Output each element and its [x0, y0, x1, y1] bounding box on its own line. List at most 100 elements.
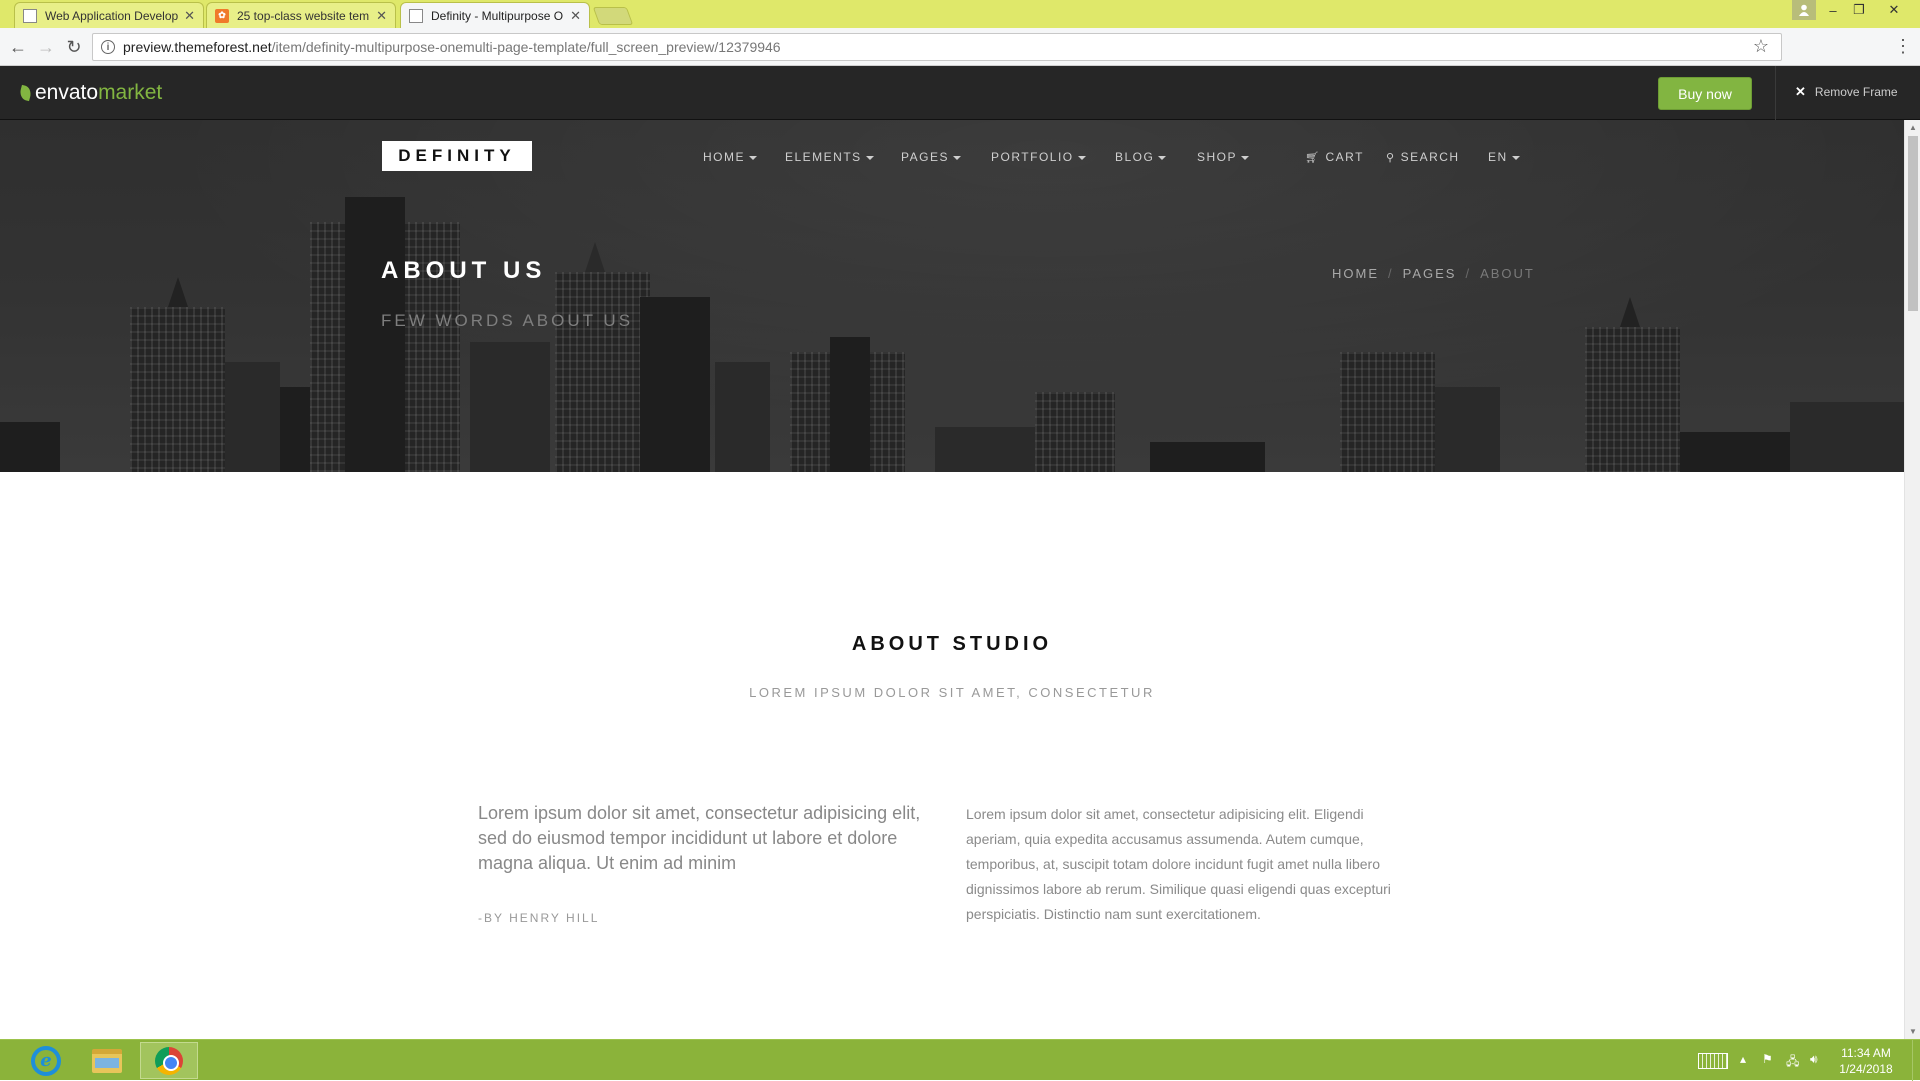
chrome-taskbar-button[interactable]	[140, 1042, 198, 1079]
remove-frame-button[interactable]: ✕ Remove Frame	[1795, 84, 1898, 100]
bookmark-star-icon[interactable]: ☆	[1753, 36, 1769, 57]
search-icon: ⚲	[1386, 152, 1396, 164]
internet-explorer-button[interactable]: e	[17, 1042, 75, 1079]
user-profile-icon[interactable]	[1792, 0, 1816, 20]
nav-cart[interactable]: 🛒︎ CART	[1305, 150, 1364, 164]
skyline-building	[1790, 402, 1904, 472]
network-icon[interactable]: 🖧︎	[1786, 1052, 1799, 1073]
document-icon	[409, 8, 423, 23]
page-scrollbar[interactable]: ▲ ▼	[1904, 120, 1920, 1039]
logo-text-envato: envato	[35, 81, 99, 104]
skyline-spire	[1620, 297, 1640, 327]
nav-label: SEARCH	[1400, 150, 1460, 164]
skyline-building	[830, 337, 870, 472]
close-icon: ✕	[1795, 84, 1806, 99]
nav-label: PAGES	[901, 150, 949, 164]
file-explorer-button[interactable]	[78, 1042, 136, 1079]
skyline-building	[1435, 387, 1500, 472]
breadcrumb-home[interactable]: HOME	[1332, 266, 1379, 281]
browser-tab-strip: Web Application Develop ✕ ✿ 25 top-class…	[0, 0, 1920, 28]
skyline-building	[470, 342, 550, 472]
skyline-building	[640, 297, 710, 472]
chrome-icon	[155, 1046, 183, 1075]
skyline-building	[130, 307, 225, 472]
nav-pages[interactable]: PAGES	[901, 150, 961, 164]
nav-label: ELEMENTS	[785, 150, 862, 164]
remove-frame-label: Remove Frame	[1814, 85, 1898, 99]
nav-shop[interactable]: SHOP	[1197, 150, 1250, 164]
browser-menu-icon[interactable]: ⋮	[1894, 36, 1912, 57]
caret-down-icon	[749, 155, 757, 160]
url-host: preview.themeforest.net	[123, 39, 272, 55]
scrollbar-thumb[interactable]	[1908, 136, 1918, 311]
skyline-building	[0, 422, 60, 472]
url-path: /item/definity-multipurpose-onemulti-pag…	[271, 39, 781, 55]
windows-taskbar: e ▴ ⚑ 🖧︎ 🔊︎ 11:34 AM 1/24/2018	[0, 1039, 1920, 1081]
tab-title: Definity - Multipurpose O	[431, 8, 564, 23]
caret-down-icon	[1158, 155, 1167, 160]
minimize-button[interactable]: –	[1820, 0, 1846, 20]
caret-down-icon	[1241, 155, 1250, 160]
skyline-building	[1680, 432, 1790, 472]
intro-quote: Lorem ipsum dolor sit amet, consectetur …	[478, 803, 921, 873]
breadcrumb-separator: /	[1465, 266, 1472, 281]
tab-close-icon[interactable]: ✕	[570, 8, 581, 24]
scroll-down-arrow-icon[interactable]: ▼	[1909, 1027, 1917, 1036]
definity-logo[interactable]: DEFINITY	[382, 141, 532, 171]
skyline-spire	[585, 242, 605, 272]
action-center-flag-icon[interactable]: ⚑	[1762, 1052, 1773, 1066]
new-tab-button[interactable]	[592, 7, 634, 25]
site-viewport: DEFINITY HOME ELEMENTS PAGES PORTFOLIO B…	[0, 120, 1904, 1039]
nav-blog[interactable]: BLOG	[1115, 150, 1167, 164]
scroll-up-arrow-icon[interactable]: ▲	[1909, 123, 1917, 132]
clock-time: 11:34 AM	[1841, 1046, 1891, 1060]
breadcrumb-current: ABOUT	[1480, 266, 1535, 281]
skyline-building	[715, 362, 770, 472]
breadcrumb-separator: /	[1388, 266, 1394, 281]
nav-elements[interactable]: ELEMENTS	[785, 150, 874, 164]
browser-tab-definity[interactable]: Definity - Multipurpose O ✕	[400, 2, 590, 28]
restore-button[interactable]: ❐	[1846, 0, 1872, 20]
logo-text-market: market	[98, 81, 163, 104]
nav-portfolio[interactable]: PORTFOLIO	[991, 150, 1086, 164]
info-icon[interactable]: i	[101, 40, 115, 54]
section-title: ABOUT STUDIO	[851, 633, 1053, 655]
reload-icon[interactable]: ↻	[64, 36, 84, 58]
caret-down-icon	[865, 155, 874, 160]
nav-language[interactable]: EN	[1488, 150, 1520, 164]
section-subtitle: LOREM IPSUM DOLOR SIT AMET, CONSECTETUR	[749, 685, 1155, 700]
back-arrow-icon[interactable]: ←	[8, 36, 28, 58]
nav-label: HOME	[703, 150, 745, 164]
address-bar[interactable]: i preview.themeforest.net /item/definity…	[92, 33, 1782, 61]
breadcrumb-pages[interactable]: PAGES	[1403, 266, 1457, 281]
forward-arrow-icon[interactable]: →	[36, 36, 56, 58]
buy-now-button[interactable]: Buy now	[1658, 77, 1752, 110]
skyline-building	[555, 272, 650, 472]
document-icon	[23, 8, 37, 23]
skyline-building	[1585, 327, 1680, 472]
browser-tab-website-templates[interactable]: ✿ 25 top-class website tem ✕	[206, 2, 396, 28]
skyline-building	[1035, 392, 1115, 472]
caret-down-icon	[1511, 155, 1520, 160]
file-explorer-icon	[92, 1048, 122, 1073]
nav-search[interactable]: ⚲ SEARCH	[1386, 150, 1460, 164]
envato-preview-bar: envato market Buy now ✕ Remove Frame	[0, 66, 1920, 120]
tab-title: 25 top-class website tem	[237, 8, 370, 23]
show-hidden-icons-icon[interactable]: ▴	[1740, 1052, 1746, 1066]
tab-close-icon[interactable]: ✕	[376, 8, 387, 24]
skyline-spire	[168, 277, 188, 307]
nav-label: SHOP	[1197, 150, 1238, 164]
volume-icon[interactable]: 🔊︎	[1810, 1052, 1818, 1067]
caret-down-icon	[952, 155, 961, 160]
nav-home[interactable]: HOME	[703, 150, 757, 164]
show-desktop-button[interactable]	[1912, 1040, 1920, 1081]
skyline-building	[935, 427, 1035, 472]
envato-market-logo[interactable]: envato market	[18, 81, 163, 105]
tab-close-icon[interactable]: ✕	[184, 8, 195, 24]
close-window-button[interactable]: ✕	[1872, 0, 1916, 20]
skyline-building	[345, 197, 405, 472]
browser-tab-web-application[interactable]: Web Application Develop ✕	[14, 2, 204, 28]
system-clock[interactable]: 11:34 AM 1/24/2018	[1836, 1045, 1896, 1077]
hero-banner: DEFINITY HOME ELEMENTS PAGES PORTFOLIO B…	[0, 120, 1904, 472]
keyboard-icon[interactable]	[1698, 1053, 1728, 1069]
